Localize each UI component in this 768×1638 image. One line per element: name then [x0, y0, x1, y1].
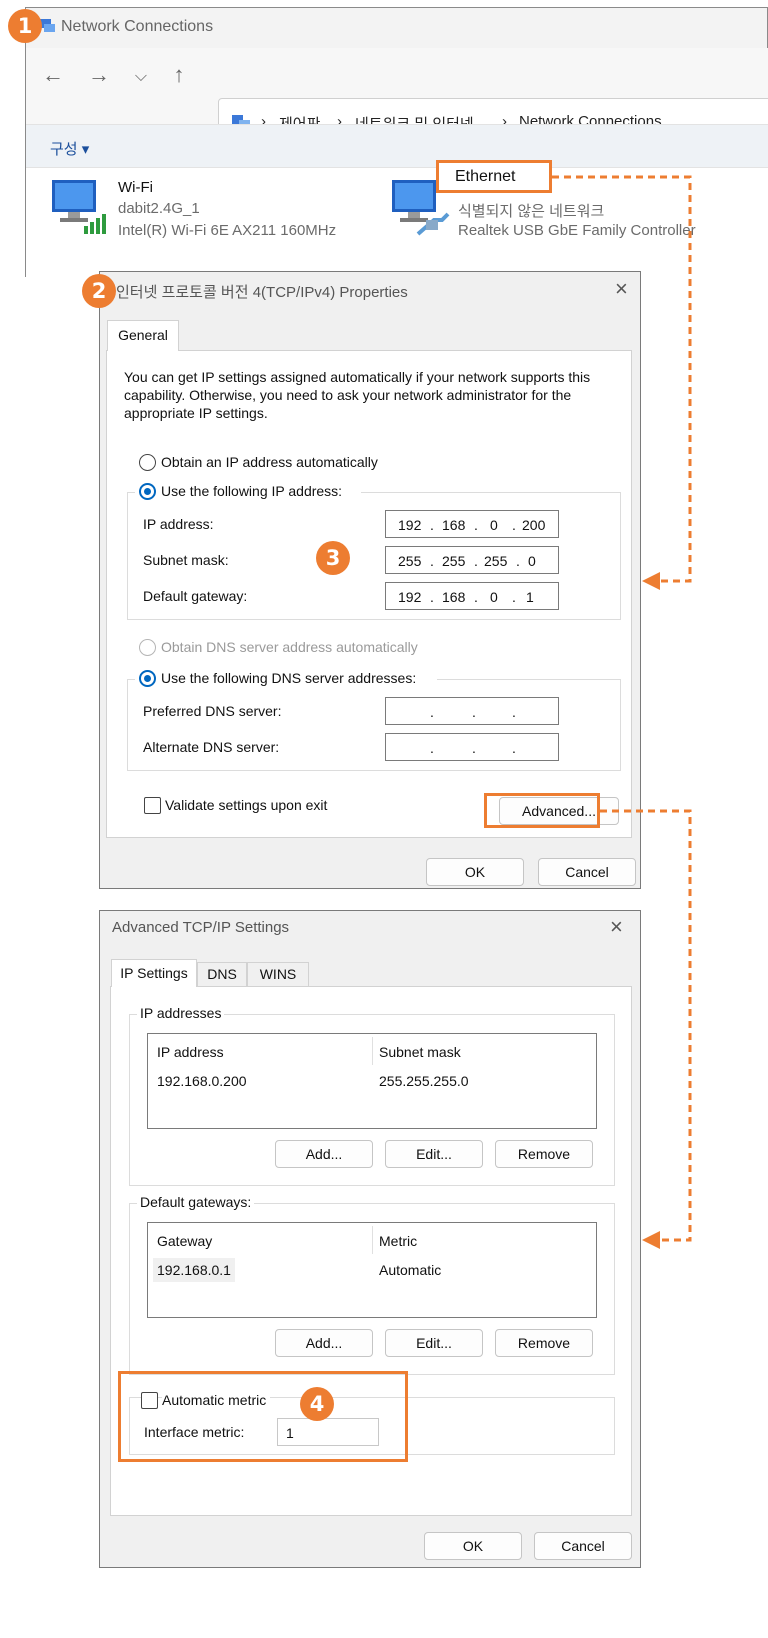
tab-general[interactable]: General	[107, 320, 179, 351]
connector-ethernet-to-ipv4	[552, 175, 692, 583]
tab-ip-settings[interactable]: IP Settings	[111, 959, 197, 987]
annotation-connectors	[552, 175, 692, 1249]
arrowhead-advanced	[642, 1231, 660, 1249]
connector-advanced-to-dialog	[600, 809, 692, 1242]
arrowhead-ipv4	[642, 572, 660, 590]
